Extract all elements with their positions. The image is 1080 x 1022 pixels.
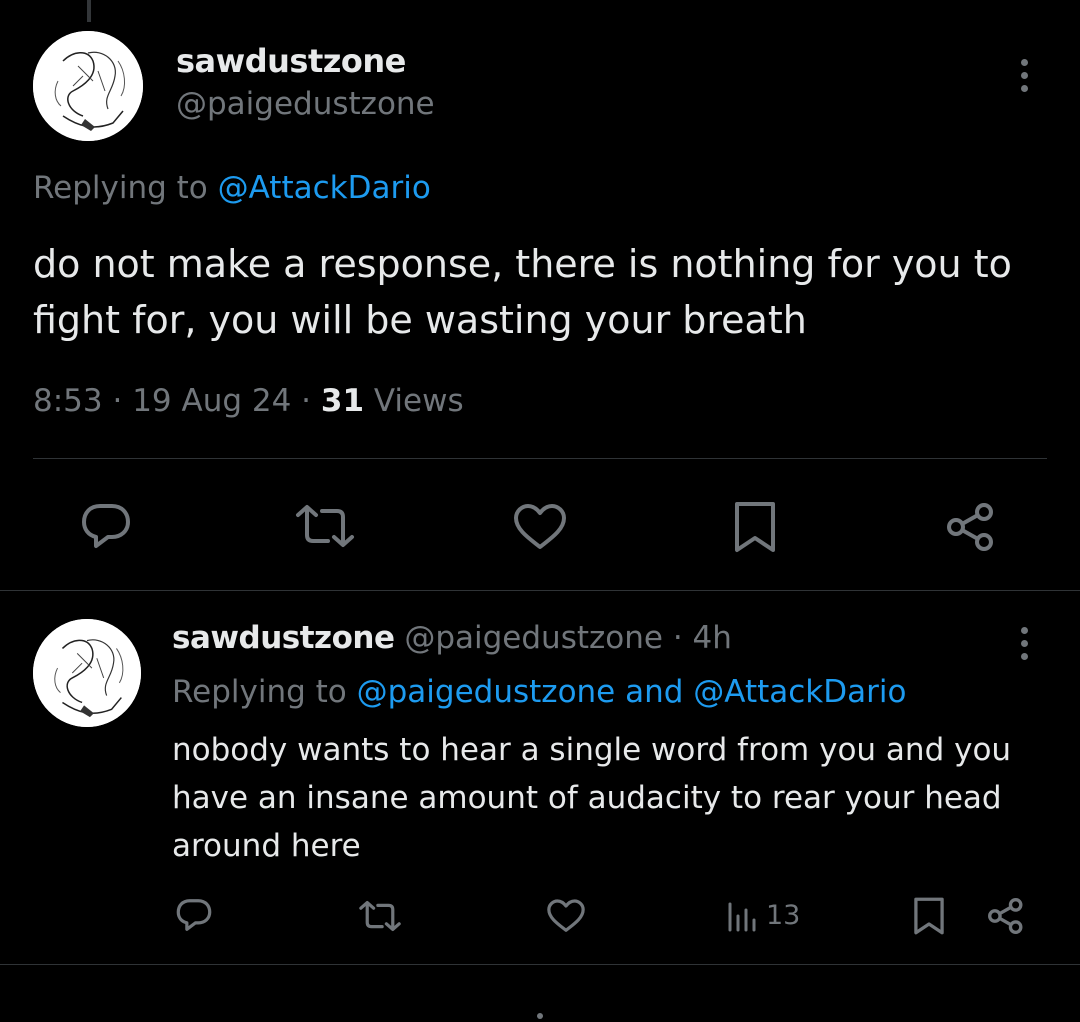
share-icon — [988, 898, 1023, 934]
share-icon — [947, 503, 993, 551]
bookmark-icon — [914, 897, 944, 935]
replying-to: Replying to @AttackDario — [33, 170, 431, 206]
replying-to-link[interactable]: @paigedustzone and @AttackDario — [357, 674, 907, 710]
tweet-time[interactable]: 8:53 — [33, 383, 103, 419]
meta-separator: · — [291, 383, 321, 419]
views-label: Views — [373, 383, 464, 419]
replying-prefix: Replying to — [172, 674, 357, 710]
tweet-date[interactable]: 19 Aug 24 — [132, 383, 291, 419]
display-name[interactable]: sawdustzone — [176, 42, 406, 80]
bookmark-button[interactable] — [913, 896, 945, 936]
tweet-text: do not make a response, there is nothing… — [33, 242, 1012, 342]
retweet-button[interactable] — [294, 503, 356, 549]
share-button[interactable] — [986, 896, 1026, 936]
replying-prefix: Replying to — [33, 170, 218, 206]
main-tweet: sawdustzone @paigedustzone Replying to @… — [0, 0, 1080, 590]
avatar[interactable] — [33, 619, 141, 727]
time-ago[interactable]: 4h — [693, 620, 732, 656]
reply-button[interactable] — [174, 896, 214, 934]
more-dots-icon[interactable] — [1009, 50, 1039, 100]
avatar-sketch-image — [33, 619, 141, 727]
section-divider — [0, 590, 1080, 591]
reply-button[interactable] — [78, 500, 134, 552]
avatar-sketch-image — [33, 31, 143, 141]
views-button[interactable]: 13 — [726, 898, 800, 932]
reply-icon — [82, 504, 130, 548]
bookmark-button[interactable] — [733, 500, 777, 554]
tweet-meta: 8:53 · 19 Aug 24 · 31 Views — [33, 383, 464, 419]
heart-icon — [547, 899, 585, 932]
avatar[interactable] — [33, 31, 143, 141]
user-handle[interactable]: @paigedustzone — [404, 620, 663, 656]
bookmark-icon — [735, 502, 775, 552]
header-separator: · — [662, 620, 693, 656]
meta-separator: · — [102, 383, 133, 419]
section-divider — [0, 964, 1080, 965]
views-count: 31 — [320, 383, 365, 419]
share-button[interactable] — [944, 500, 998, 554]
retweet-button[interactable] — [358, 899, 402, 933]
display-name[interactable]: sawdustzone — [172, 620, 395, 656]
replying-to: Replying to @paigedustzone and @AttackDa… — [172, 674, 906, 710]
views-bar-icon — [728, 902, 756, 932]
retweet-icon — [359, 900, 401, 932]
reply-icon — [176, 899, 212, 931]
retweet-icon — [296, 505, 354, 547]
user-handle[interactable]: @paigedustzone — [176, 86, 435, 122]
views-count: 13 — [766, 899, 801, 931]
replying-to-link[interactable]: @AttackDario — [218, 170, 431, 206]
more-dots-icon[interactable] — [1009, 618, 1039, 668]
loading-indicator — [537, 1013, 543, 1019]
tweet-text: nobody wants to hear a single word from … — [172, 732, 1012, 864]
heart-icon — [514, 504, 566, 549]
like-button[interactable] — [546, 898, 586, 934]
like-button[interactable] — [512, 503, 568, 551]
reply-header: sawdustzone @paigedustzone · 4h — [172, 620, 732, 656]
divider — [33, 458, 1047, 459]
